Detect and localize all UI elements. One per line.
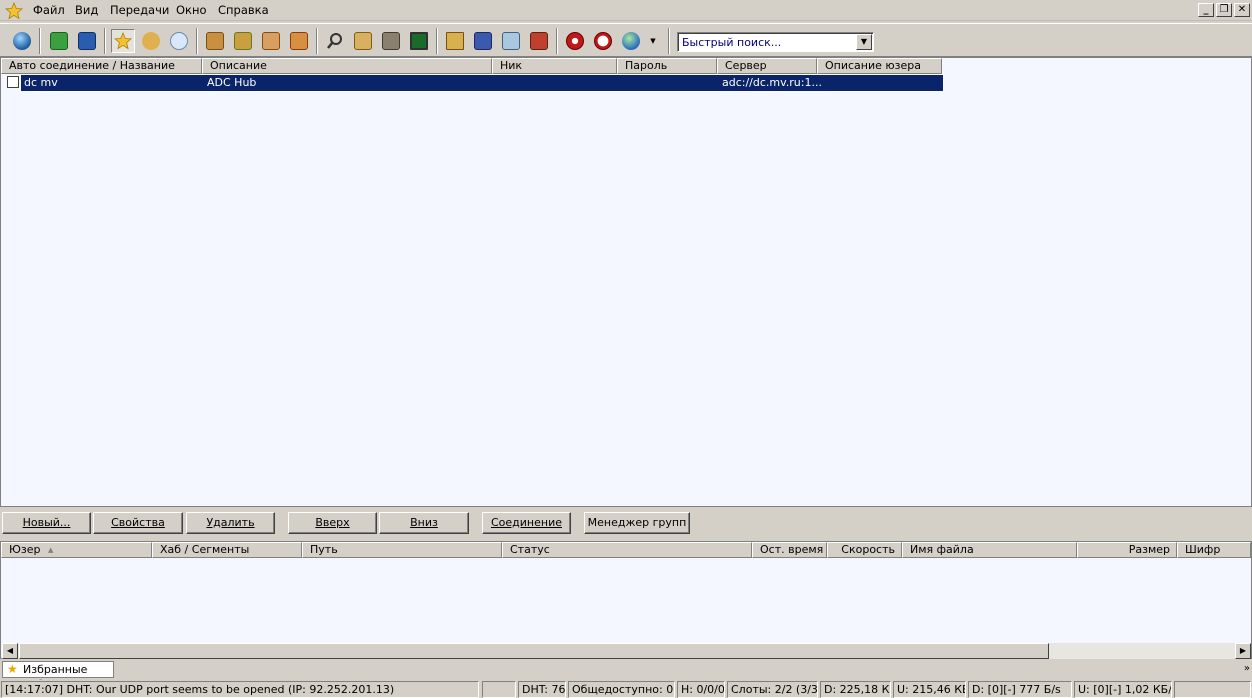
finished-downloads-icon[interactable] [231, 29, 255, 53]
properties-button[interactable]: Свойства [93, 512, 183, 534]
restore-icon[interactable]: ❐ [1216, 3, 1232, 17]
menu-view[interactable]: Вид [75, 3, 98, 17]
search-spy-icon[interactable] [379, 29, 403, 53]
status-empty [482, 681, 516, 698]
column-header-server[interactable]: Сервер [717, 58, 817, 74]
upload-queue-icon[interactable] [259, 29, 283, 53]
status-bar: [14:17:07] DHT: Our UDP port seems to be… [0, 680, 1252, 698]
menu-window[interactable]: Окно [176, 3, 207, 17]
menu-bar: Файл Вид Передачи Окно Справка _ ❐ ✕ [0, 0, 1252, 21]
status-hubs: H: 0/0/0 [677, 681, 725, 698]
window-tab-bar: ★ Избранные хабы » [0, 660, 1252, 691]
menu-help[interactable]: Справка [218, 3, 269, 17]
sort-asc-icon: ▲ [48, 546, 54, 554]
column-header-password[interactable]: Пароль [617, 58, 717, 74]
auto-connect-checkbox[interactable] [7, 76, 19, 88]
tab-favorite-hubs[interactable]: ★ Избранные хабы [2, 661, 114, 691]
scroll-right-icon[interactable]: ▶ [1235, 643, 1251, 659]
status-grip [1174, 681, 1251, 698]
chevron-down-icon[interactable]: ▼ [646, 29, 660, 53]
globe-connect-icon[interactable] [10, 29, 34, 53]
finished-uploads-icon[interactable] [287, 29, 311, 53]
minimize-icon[interactable]: _ [1198, 3, 1214, 17]
search-icon[interactable] [323, 29, 347, 53]
new-button[interactable]: Новый... [2, 512, 91, 534]
star-icon: ★ [7, 662, 18, 676]
status-shared: Общедоступно: 0 Б [568, 681, 675, 698]
transfers-list[interactable]: Юзер ▲ Хаб / Сегменты Путь Статус Ост. вр… [0, 541, 1252, 659]
scroll-left-icon[interactable]: ◀ [2, 643, 18, 659]
column-header-nick[interactable]: Ник [492, 58, 617, 74]
update-icon[interactable] [619, 29, 643, 53]
speed-limit-icon[interactable] [591, 29, 615, 53]
column-header-name[interactable]: Авто соединение / Название [1, 58, 202, 74]
window-controls: _ ❐ ✕ [1198, 3, 1250, 17]
reconnect-icon[interactable] [47, 29, 71, 53]
status-dht: DHT: 76 [518, 681, 566, 698]
column-header-user[interactable]: Юзер ▲ [1, 542, 152, 558]
connect-button[interactable]: Соединение [482, 512, 571, 534]
quick-search-combo[interactable]: Быстрый поиск... ▼ [677, 32, 874, 52]
recent-hubs-icon[interactable] [167, 29, 191, 53]
scroll-thumb[interactable] [19, 643, 1049, 659]
group-manager-button[interactable]: Менеджер групп [584, 512, 690, 534]
horizontal-scrollbar[interactable]: ◀ ▶ [2, 643, 1251, 659]
hub-description: ADC Hub [207, 76, 257, 89]
table-row[interactable]: dc mv ADC Hub adc://dc.mv.ru:1... [20, 74, 944, 92]
favorite-users-icon[interactable] [139, 29, 163, 53]
column-header-time-left[interactable]: Ост. время [752, 542, 827, 558]
column-header-user-description[interactable]: Описание юзера [817, 58, 942, 74]
action-button-row: Новый... Свойства Удалить Вверх Вниз Сое… [0, 508, 1252, 540]
move-up-button[interactable]: Вверх [288, 512, 377, 534]
column-header-status[interactable]: Статус [502, 542, 752, 558]
dropdown-arrow-icon[interactable]: ▼ [856, 34, 872, 50]
status-downloaded: D: 225,18 КБ [820, 681, 891, 698]
adl-search-icon[interactable] [351, 29, 375, 53]
column-header-filename[interactable]: Имя файла [902, 542, 1077, 558]
notepad-icon[interactable] [499, 29, 523, 53]
favorite-hubs-icon[interactable] [111, 29, 135, 53]
settings-icon[interactable] [527, 29, 551, 53]
hub-name: dc mv [24, 76, 58, 89]
status-uploaded: U: 215,46 КБ [893, 681, 966, 698]
away-icon[interactable] [563, 29, 587, 53]
status-upload-speed: U: [0][-] 1,02 КБ/s [1074, 681, 1172, 698]
column-header-cipher[interactable]: Шифр [1177, 542, 1251, 558]
close-icon[interactable]: ✕ [1234, 3, 1250, 17]
open-file-list-icon[interactable] [443, 29, 467, 53]
hub-server: adc://dc.mv.ru:1... [722, 76, 822, 89]
refresh-share-icon[interactable] [471, 29, 495, 53]
menu-file[interactable]: Файл [33, 3, 65, 17]
column-header-description[interactable]: Описание [202, 58, 492, 74]
remove-button[interactable]: Удалить [186, 512, 275, 534]
column-header-hub[interactable]: Хаб / Сегменты [152, 542, 302, 558]
network-stats-icon[interactable] [407, 29, 431, 53]
tab-overflow-icon[interactable]: » [1244, 663, 1250, 674]
quick-search-input[interactable]: Быстрый поиск... [682, 36, 781, 49]
status-slots: Слоты: 2/2 (3/3) [727, 681, 818, 698]
status-download-speed: D: [0][-] 777 Б/s [968, 681, 1072, 698]
favorite-hubs-list[interactable]: Авто соединение / Название Описание Ник … [0, 57, 1252, 507]
column-header-size[interactable]: Размер [1077, 542, 1177, 558]
download-queue-icon[interactable] [203, 29, 227, 53]
follow-redirect-icon[interactable] [75, 29, 99, 53]
status-message: [14:17:07] DHT: Our UDP port seems to be… [1, 681, 479, 698]
column-header-speed[interactable]: Скорость [827, 542, 902, 558]
star-app-icon [5, 2, 23, 20]
column-header-path[interactable]: Путь [302, 542, 502, 558]
toolbar: ▼ Быстрый поиск... ▼ [0, 23, 1252, 57]
move-down-button[interactable]: Вниз [379, 512, 469, 534]
menu-transfers[interactable]: Передачи [110, 3, 169, 17]
